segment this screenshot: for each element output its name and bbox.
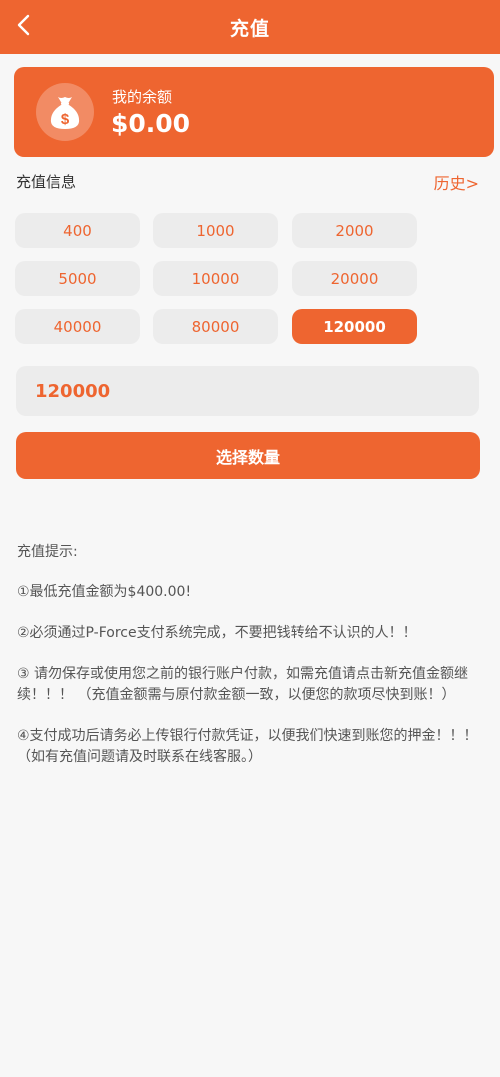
amount-option-5000[interactable]: 5000 [15,261,140,296]
amount-option-20000[interactable]: 20000 [292,261,417,296]
amount-option-120000[interactable]: 120000 [292,309,417,344]
recharge-info-title: 充值信息 [16,173,77,191]
tip-item: ②必须通过P-Force支付系统完成，不要把钱转给不认识的人！！ [17,625,417,641]
choose-amount-button[interactable]: 选择数量 [16,432,480,479]
tip-item: ③ 请勿保存或使用您之前的银行账户付款，如需充值请点击新充值金额继续！！！ （充… [17,666,468,703]
amount-option-2000[interactable]: 2000 [292,213,417,248]
history-link[interactable]: 历史> [434,170,479,194]
amount-option-40000[interactable]: 40000 [15,309,140,344]
svg-text:$: $ [61,111,70,128]
amount-input[interactable]: 120000 [16,366,479,416]
balance-card: $ 我的余额 $0.00 [14,67,494,157]
balance-value: $0.00 [111,109,191,138]
page-title: 充值 [229,17,270,40]
top-bar: 充值 [0,0,500,54]
back-arrow-icon[interactable] [14,13,34,37]
amount-option-80000[interactable]: 80000 [153,309,278,344]
tip-item: ④支付成功后请务必上传银行付款凭证，以便我们快速到账您的押金！！！ （如有充值问… [17,728,478,765]
tip-item: ①最低充值金额为$400.00! [17,584,192,600]
balance-label: 我的余额 [112,88,173,106]
amount-option-400[interactable]: 400 [15,213,140,248]
amount-option-10000[interactable]: 10000 [153,261,278,296]
money-bag-icon: $ [36,83,94,141]
amount-option-1000[interactable]: 1000 [153,213,278,248]
tips-title: 充值提示: [17,544,78,560]
recharge-tips: 充值提示: ①最低充值金额为$400.00! ②必须通过P-Force支付系统完… [17,542,479,788]
